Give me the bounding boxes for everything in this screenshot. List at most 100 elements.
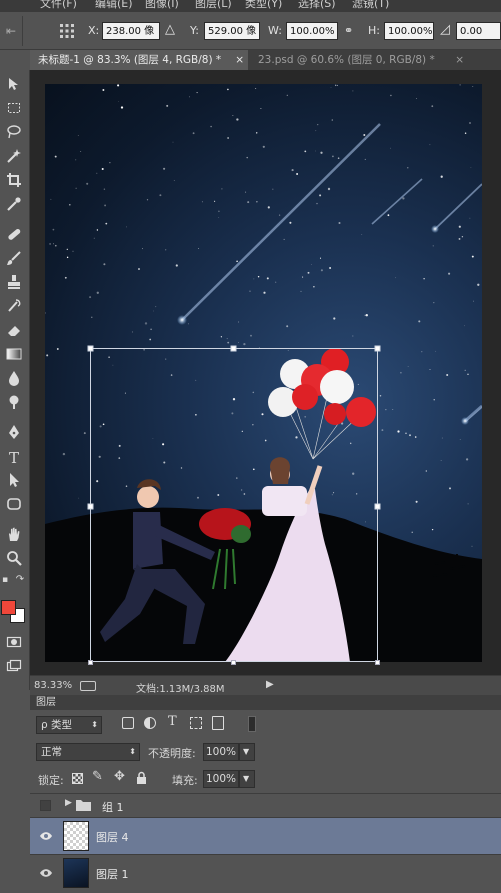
default-colors-icon[interactable]: ▪ (0, 570, 10, 590)
zoom-tool-icon[interactable] (2, 550, 26, 570)
filter-smart-object-icon[interactable] (212, 716, 224, 730)
eraser-icon[interactable] (2, 322, 26, 342)
star (473, 300, 475, 302)
hand-tool-icon[interactable] (2, 526, 26, 546)
history-brush-icon[interactable] (2, 298, 26, 318)
close-icon[interactable]: × (235, 50, 244, 70)
filter-adjustment-icon[interactable] (144, 717, 156, 729)
visibility-toggle[interactable] (40, 800, 51, 811)
fill-field[interactable]: 100% (203, 770, 239, 788)
tab-23-psd[interactable]: 23.psd @ 60.6% (图层 0, RGB/8) * × (250, 50, 468, 70)
eye-icon[interactable] (40, 868, 52, 878)
lasso-tool-icon[interactable] (2, 124, 26, 144)
star (467, 503, 469, 505)
star (232, 398, 236, 401)
filter-toggle[interactable] (248, 716, 256, 732)
width-field[interactable]: 100.00% (286, 22, 338, 40)
star (272, 188, 274, 190)
delta-icon[interactable]: △ (165, 22, 175, 37)
transform-handle[interactable] (88, 660, 93, 665)
transform-handle[interactable] (375, 660, 380, 665)
link-icon[interactable]: ⚭ (344, 24, 353, 37)
dodge-tool-icon[interactable] (2, 394, 26, 414)
layer-row-layer1[interactable]: 图层 1 (30, 854, 501, 891)
star (245, 191, 247, 193)
star (62, 452, 66, 456)
tool-preset-icon[interactable]: ⇤ (2, 22, 20, 40)
healing-brush-icon[interactable] (2, 226, 26, 246)
lock-position-icon[interactable]: ✥ (114, 769, 125, 784)
blur-tool-icon[interactable] (2, 370, 26, 390)
star (465, 458, 469, 461)
chevron-down-icon[interactable]: ▼ (239, 743, 255, 761)
layer-row-layer4[interactable]: 图层 4 (30, 817, 501, 854)
layer-row-group[interactable]: ▶ 组 1 (30, 793, 501, 817)
document-canvas[interactable] (45, 84, 482, 662)
h-label: H: (368, 24, 380, 37)
panel-header: 图层 (30, 695, 501, 710)
crop-tool-icon[interactable] (2, 172, 26, 192)
star (80, 151, 82, 153)
menu-select[interactable]: 选择(S) (298, 0, 336, 11)
blend-mode-select[interactable]: 正常 ⬍ (36, 743, 140, 761)
star (214, 200, 216, 202)
stamp-tool-icon[interactable] (2, 274, 26, 294)
lock-icon[interactable] (136, 771, 147, 784)
star (405, 432, 407, 435)
star (458, 237, 461, 240)
lock-transparent-icon[interactable] (72, 773, 83, 784)
filter-label: ρ 类型 (41, 719, 73, 731)
pen-tool-icon[interactable] (2, 424, 26, 444)
tab-untitled-1[interactable]: 未标题-1 @ 83.3% (图层 4, RGB/8) * × (30, 50, 248, 70)
magic-wand-icon[interactable] (2, 148, 26, 168)
menu-type[interactable]: 类型(Y) (245, 0, 282, 11)
star (175, 264, 178, 267)
brush-tool-icon[interactable] (2, 250, 26, 270)
angle-field[interactable]: 0.00 (456, 22, 501, 40)
reference-point-icon[interactable] (58, 22, 76, 40)
star (432, 245, 434, 247)
filter-pixel-icon[interactable] (122, 717, 134, 729)
x-field[interactable]: 238.00 像 (102, 22, 160, 40)
height-field[interactable]: 100.00% (384, 22, 434, 40)
menu-image[interactable]: 图像(I) (145, 0, 179, 11)
gradient-tool-icon[interactable] (2, 346, 26, 366)
eyedropper-icon[interactable] (2, 196, 26, 216)
menu-file[interactable]: 文件(F) (40, 0, 77, 11)
star (331, 119, 334, 121)
chevron-down-icon[interactable]: ▼ (239, 770, 255, 788)
foreground-color-swatch[interactable] (1, 600, 16, 615)
status-menu-icon[interactable]: ▶ (266, 679, 274, 690)
move-tool-icon[interactable] (2, 76, 26, 96)
rotate-icon[interactable]: ◿ (440, 22, 450, 37)
star (189, 96, 190, 98)
filter-kind-select[interactable]: ρ 类型 ⬍ (36, 716, 102, 734)
marquee-tool-icon[interactable] (2, 100, 26, 120)
y-field[interactable]: 529.00 像 (204, 22, 260, 40)
quick-mask-icon[interactable] (2, 634, 26, 654)
expand-arrow-icon[interactable]: ▶ (65, 798, 72, 808)
swap-colors-icon[interactable]: ↷ (14, 570, 26, 590)
panel-title[interactable]: 图层 (36, 697, 56, 708)
transform-handle[interactable] (231, 660, 236, 665)
star (296, 173, 299, 175)
eye-icon[interactable] (40, 831, 52, 841)
opacity-field[interactable]: 100% (203, 743, 239, 761)
star (144, 322, 148, 325)
menu-layer[interactable]: 图层(L) (195, 0, 232, 11)
lock-pixels-icon[interactable]: ✎ (92, 769, 103, 784)
zoom-level[interactable]: 83.33% (34, 680, 72, 691)
status-icon[interactable] (80, 681, 96, 691)
path-select-icon[interactable] (2, 472, 26, 492)
close-icon[interactable]: × (455, 50, 464, 70)
star (52, 228, 55, 231)
type-tool-icon[interactable]: T (2, 448, 26, 468)
screen-mode-icon[interactable] (2, 658, 26, 678)
filter-type-icon[interactable]: T (168, 714, 177, 729)
filter-shape-icon[interactable] (190, 717, 202, 729)
shape-tool-icon[interactable] (2, 496, 26, 516)
star (315, 150, 317, 152)
star (448, 272, 451, 275)
menu-edit[interactable]: 编辑(E) (95, 0, 133, 11)
menu-filter[interactable]: 滤镜(T) (352, 0, 389, 11)
